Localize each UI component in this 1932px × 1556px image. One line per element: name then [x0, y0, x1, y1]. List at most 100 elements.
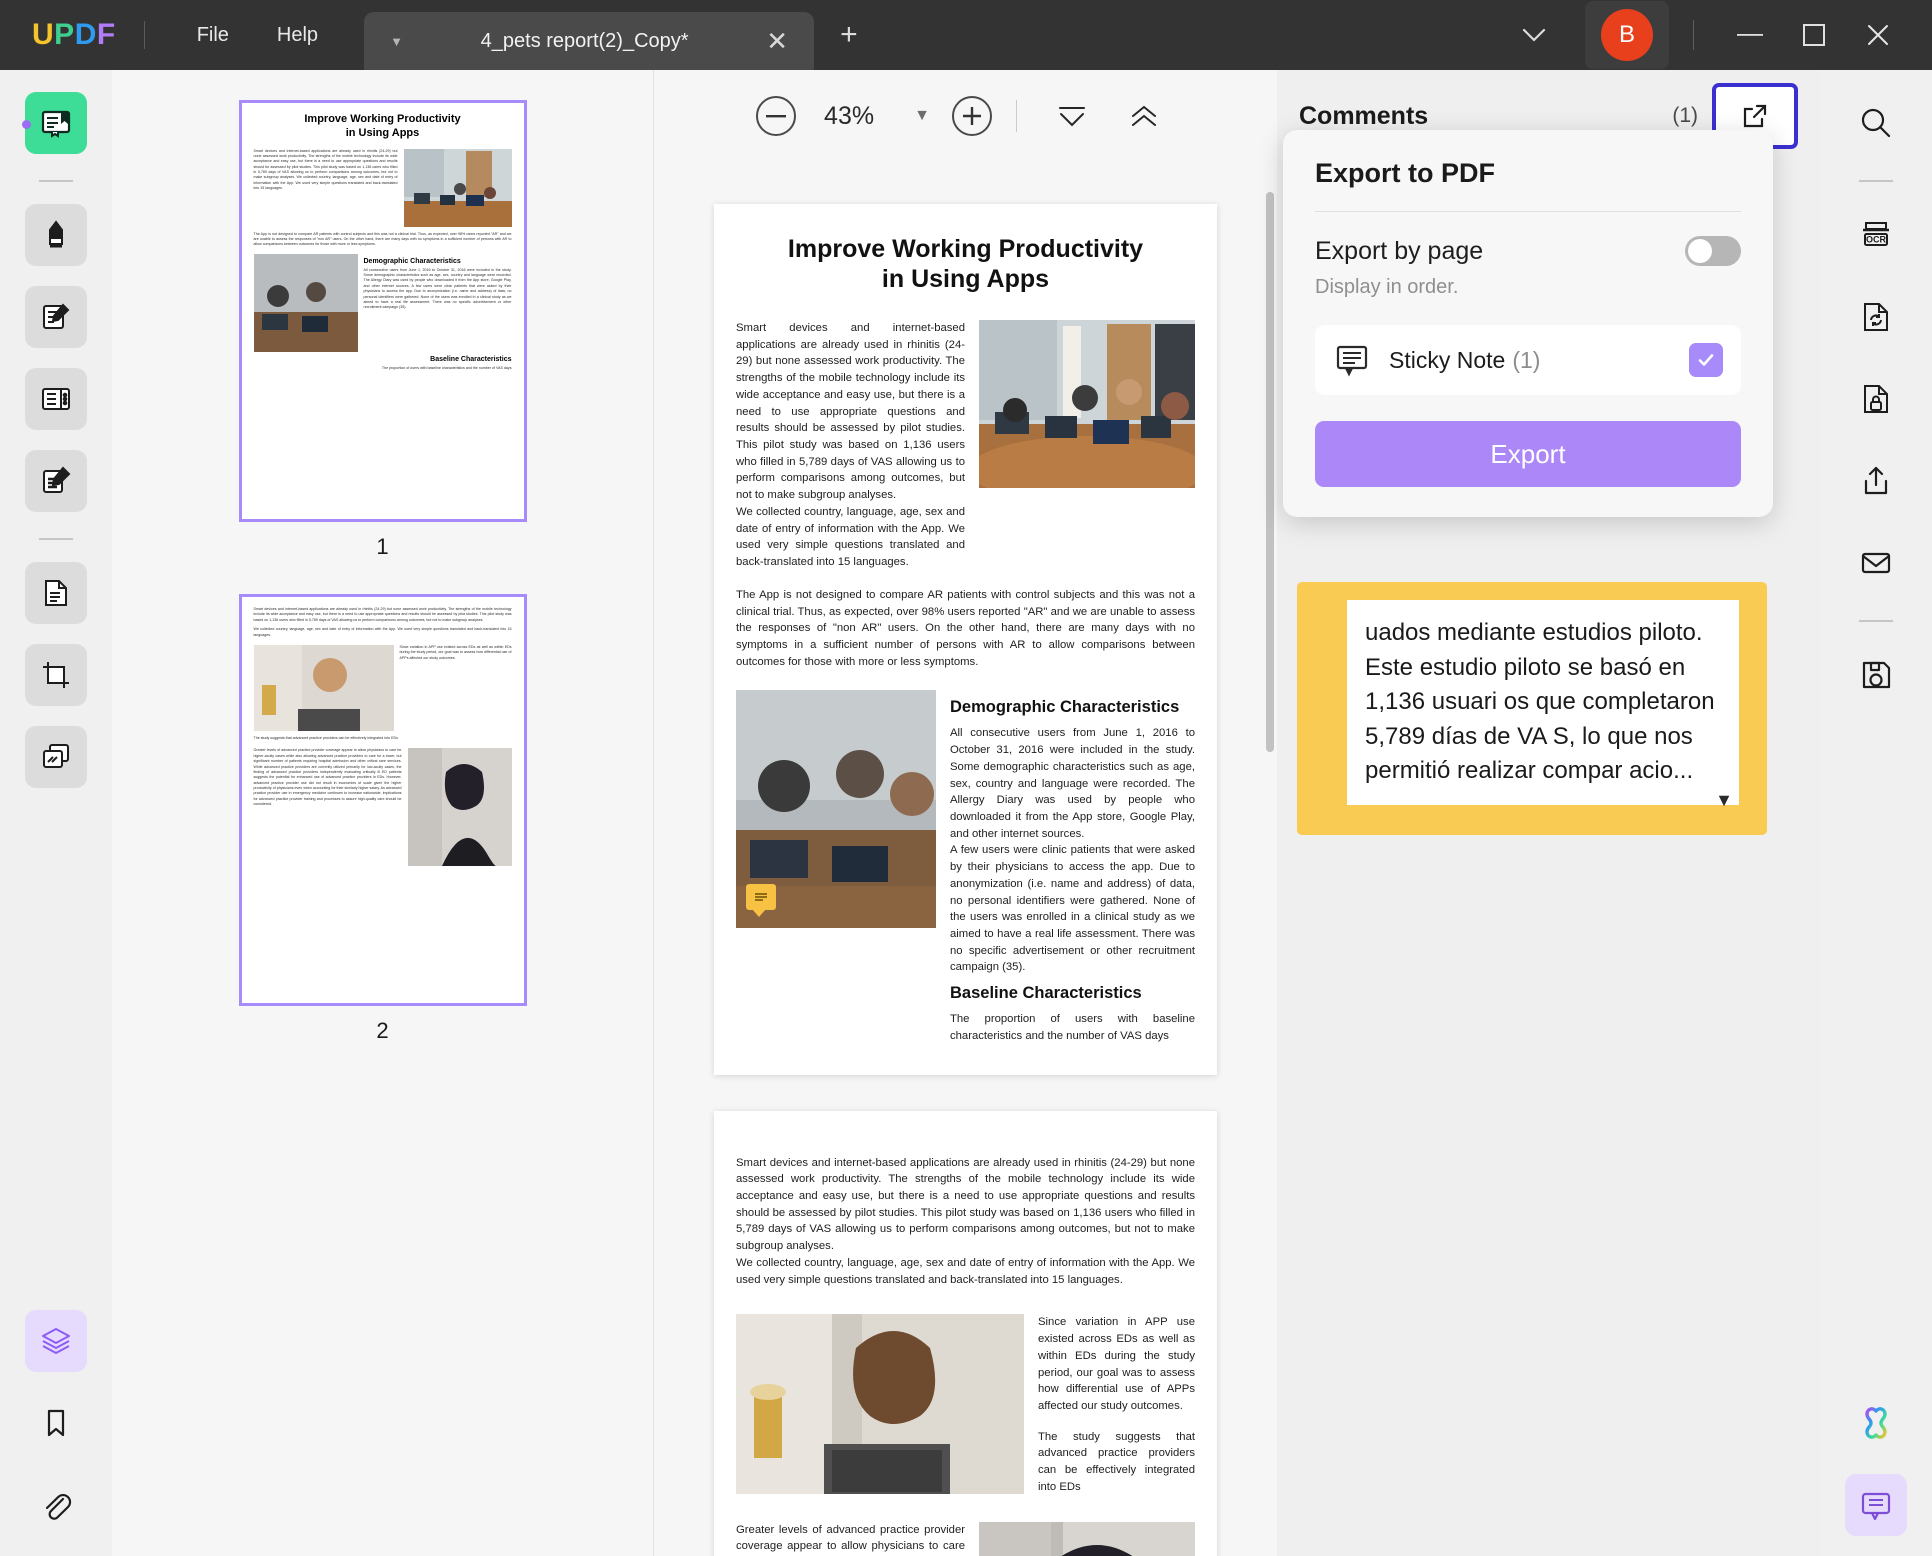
thumb2-image-woman-laptop	[254, 645, 394, 731]
zoom-out-button[interactable]	[756, 96, 796, 136]
thumb1-image-meeting	[404, 149, 512, 227]
thumb2-para3: Greater levels of advanced practice prov…	[254, 748, 402, 866]
export-dialog-title: Export to PDF	[1315, 158, 1741, 189]
titlebar-right-group: B	[1503, 1, 1932, 69]
sidebar-item-save-as[interactable]	[1845, 644, 1907, 706]
sidebar-item-layers[interactable]	[25, 1310, 87, 1372]
document-page-2[interactable]: Smart devices and internet-based applica…	[714, 1111, 1217, 1556]
chevron-down-icon[interactable]	[1503, 17, 1565, 53]
sticky-note-expand-caret-icon[interactable]: ▼	[1715, 790, 1733, 811]
export-by-page-toggle[interactable]	[1685, 236, 1741, 266]
logo-letter-p: P	[54, 18, 75, 52]
menu-help[interactable]: Help	[253, 16, 342, 55]
thumb2-para1: Smart devices and internet-based applica…	[254, 607, 512, 623]
document-tab[interactable]: ▼ 4_pets report(2)_Copy* ✕	[364, 12, 814, 70]
export-by-page-label: Export by page	[1315, 237, 1483, 266]
page1-left-column-text: Smart devices and internet-based applica…	[736, 320, 965, 571]
sidebar-item-attachments[interactable]	[25, 1474, 87, 1536]
title-bar: U P D F File Help ▼ 4_pets report(2)_Cop…	[0, 0, 1932, 70]
zoom-level-value[interactable]: 43%	[806, 102, 892, 131]
thumb2-para2: We collected country, language, age, sex…	[254, 627, 512, 638]
sidebar-item-convert[interactable]	[1845, 286, 1907, 348]
titlebar-vertical-separator	[1693, 20, 1694, 50]
export-item-checkbox[interactable]	[1689, 343, 1723, 377]
viewer-scrollbar[interactable]	[1265, 162, 1275, 1556]
sidebar-item-page-organize[interactable]	[25, 368, 87, 430]
sidebar-item-share[interactable]	[1845, 450, 1907, 512]
rail-separator-2	[39, 538, 73, 540]
page-thumbnail-label-2: 2	[376, 1018, 388, 1044]
page1-h-demographic: Demographic Characteristics	[950, 698, 1195, 717]
sidebar-item-flatten-pages[interactable]	[25, 726, 87, 788]
page-thumbnail-panel[interactable]: Improve Working Productivityin Using App…	[112, 70, 654, 1556]
menu-file[interactable]: File	[173, 16, 253, 55]
page2-side-1: Since variation in APP use existed acros…	[1038, 1314, 1195, 1414]
tab-close-icon[interactable]: ✕	[756, 28, 798, 54]
export-dialog-divider	[1315, 211, 1741, 212]
page-thumbnail-2[interactable]: Smart devices and internet-based applica…	[239, 594, 527, 1006]
comments-title: Comments	[1299, 102, 1428, 131]
window-minimize-button[interactable]	[1718, 12, 1782, 58]
window-close-button[interactable]	[1846, 12, 1910, 58]
export-item-sticky-note[interactable]: Sticky Note (1)	[1315, 325, 1741, 395]
avatar: B	[1601, 9, 1653, 61]
export-item-count: (1)	[1512, 347, 1540, 374]
export-item-label: Sticky Note	[1389, 347, 1505, 374]
sidebar-item-edit-text[interactable]	[25, 450, 87, 512]
user-avatar-button[interactable]: B	[1585, 1, 1669, 69]
toolbar-separator	[1016, 100, 1017, 132]
sticky-note-text: uados mediante estudios piloto. Este est…	[1347, 600, 1739, 805]
new-tab-plus-icon[interactable]: +	[840, 20, 858, 50]
sidebar-item-annotate[interactable]	[25, 286, 87, 348]
page2-image-woman-portrait	[979, 1522, 1195, 1556]
sticky-note-marker[interactable]	[746, 884, 776, 910]
sidebar-item-crop-page[interactable]	[25, 644, 87, 706]
sidebar-item-email[interactable]	[1845, 532, 1907, 594]
sidebar-item-highlighter[interactable]	[25, 204, 87, 266]
logo-letter-d: D	[75, 18, 97, 52]
thumb1-h-baseline: Baseline Characteristics	[254, 356, 512, 363]
thumb2-side1: Since variation in APP use existed acros…	[400, 645, 512, 731]
page1-para2: The App is not designed to compare AR pa…	[736, 587, 1195, 671]
thumb1-baseline: The proportion of users with baseline ch…	[254, 366, 512, 371]
zoom-dropdown-caret-icon[interactable]: ▼	[902, 101, 942, 131]
thumb1-col-text: Smart devices and internet-based applica…	[254, 149, 398, 227]
scroll-up-double-chevron-icon[interactable]	[1113, 97, 1175, 135]
thumb2-image-woman-portrait	[408, 748, 512, 866]
comment-sticky-note-card[interactable]: uados mediante estudios piloto. Este est…	[1297, 582, 1767, 835]
window-maximize-button[interactable]	[1782, 12, 1846, 58]
document-page-1[interactable]: Improve Working Productivity in Using Ap…	[714, 204, 1217, 1075]
svg-text:OCR: OCR	[1866, 235, 1887, 245]
unsaved-indicator-dot	[22, 120, 31, 129]
sidebar-item-ocr-document[interactable]	[25, 562, 87, 624]
page2-side-2: The study suggests that advanced practic…	[1038, 1429, 1195, 1496]
sidebar-item-ai-assistant[interactable]	[1845, 1392, 1907, 1454]
tab-dropdown-caret-icon[interactable]: ▼	[380, 28, 413, 55]
export-to-pdf-dialog: Export to PDF Export by page Display in …	[1283, 130, 1773, 517]
page2-para1: Smart devices and internet-based applica…	[736, 1155, 1195, 1255]
right-toolbar-rail: OCR	[1820, 70, 1932, 1556]
sidebar-item-protect[interactable]	[1845, 368, 1907, 430]
sidebar-item-search[interactable]	[1845, 92, 1907, 154]
right-rail-separator-1	[1859, 180, 1893, 182]
zoom-in-button[interactable]	[952, 96, 992, 136]
sidebar-item-ocr[interactable]: OCR	[1845, 204, 1907, 266]
sidebar-item-reader-mode[interactable]	[25, 92, 87, 154]
toggle-knob	[1688, 239, 1712, 263]
tab-title: 4_pets report(2)_Copy*	[413, 30, 756, 53]
sidebar-item-comments[interactable]	[1845, 1474, 1907, 1536]
page2-para3: Greater levels of advanced practice prov…	[736, 1522, 965, 1556]
thumb1-demographic: All consecutive users from June 1, 2016 …	[364, 268, 512, 311]
thumb1-title: Improve Working Productivityin Using App…	[254, 113, 512, 141]
sidebar-item-bookmarks[interactable]	[25, 1392, 87, 1454]
page-thumbnail-label-1: 1	[376, 534, 388, 560]
thumb1-h-demographic: Demographic Characteristics	[364, 258, 512, 265]
viewer-scrollbar-thumb[interactable]	[1266, 192, 1274, 752]
export-button[interactable]: Export	[1315, 421, 1741, 487]
updf-application-window: U P D F File Help ▼ 4_pets report(2)_Cop…	[0, 0, 1932, 1556]
page-thumbnail-1[interactable]: Improve Working Productivityin Using App…	[239, 100, 527, 522]
document-viewer[interactable]: Improve Working Productivity in Using Ap…	[654, 162, 1277, 1556]
go-to-first-page-icon[interactable]	[1041, 97, 1103, 135]
page1-demographic-2: A few users were clinic patients that we…	[950, 842, 1195, 976]
viewer-toolbar: 43% ▼	[654, 70, 1277, 162]
